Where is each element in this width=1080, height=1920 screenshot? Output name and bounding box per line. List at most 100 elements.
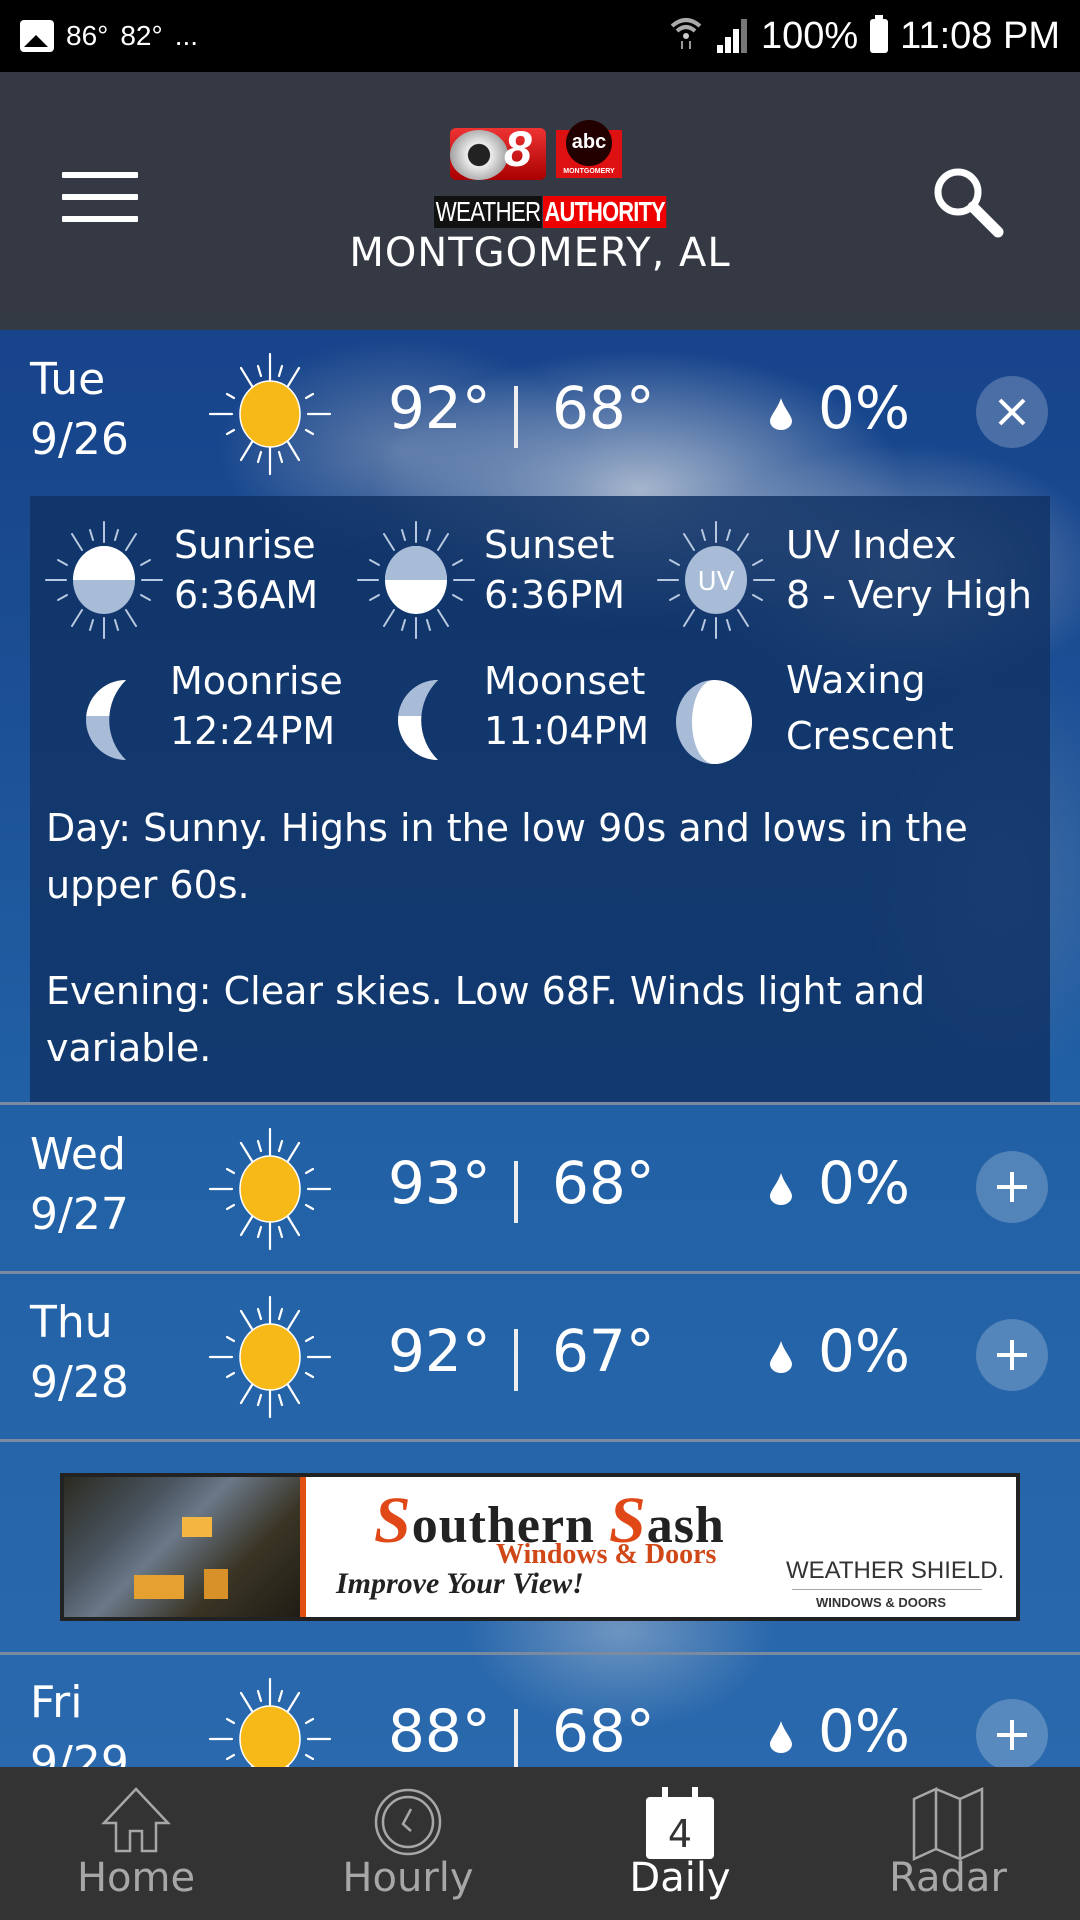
- status-temp-1: 86°: [66, 20, 109, 51]
- raindrop-icon: [770, 1721, 792, 1753]
- nav-daily[interactable]: 4 Daily: [544, 1767, 816, 1920]
- high-temp: 92°: [388, 1317, 491, 1385]
- precip-chance: 0%: [818, 374, 911, 442]
- collapse-button[interactable]: [976, 376, 1048, 448]
- expand-button[interactable]: [976, 1699, 1048, 1767]
- evening-forecast-text: Evening: Clear skies. Low 68F. Winds lig…: [46, 969, 926, 1070]
- advertisement-banner[interactable]: Southern Sash Windows & Doors Improve Yo…: [60, 1473, 1020, 1621]
- moonrise-time: 12:24PM: [170, 709, 336, 753]
- temp-separator: [514, 386, 518, 448]
- moonset-time: 11:04PM: [484, 709, 650, 753]
- ad-partner: WEATHER SHIELD.: [786, 1557, 1005, 1584]
- search-icon: [934, 168, 1004, 238]
- sunset-time: 6:36PM: [484, 573, 626, 617]
- high-temp: 88°: [388, 1697, 491, 1765]
- moonset-label: Moonset: [484, 659, 646, 703]
- map-icon: [912, 1787, 984, 1861]
- expand-button[interactable]: [976, 1151, 1048, 1223]
- high-temp: 93°: [388, 1149, 491, 1217]
- gallery-icon: [20, 20, 54, 52]
- precip-chance: 0%: [818, 1149, 911, 1217]
- calendar-icon: 4: [646, 1787, 714, 1859]
- sunny-icon: [208, 1127, 332, 1251]
- plus-icon: [997, 1340, 1027, 1370]
- low-temp: 67°: [552, 1317, 655, 1385]
- hamburger-menu-button[interactable]: [62, 172, 138, 226]
- ad-partner-sub: WINDOWS & DOORS: [816, 1595, 946, 1610]
- station-logo: 8 abc MONTGOMERY WEATHER AUTHORITY: [432, 120, 667, 246]
- day-row[interactable]: Wed 9/27 93° 68° 0%: [0, 1105, 1080, 1271]
- day-label: Wed 9/27: [30, 1129, 129, 1240]
- raindrop-icon: [770, 1173, 792, 1205]
- plus-icon: [997, 1720, 1027, 1750]
- home-icon: [101, 1787, 171, 1853]
- moon-phase-line1: Waxing: [786, 658, 926, 702]
- uv-index-icon: UV: [656, 520, 776, 640]
- svg-text:UV: UV: [698, 567, 735, 597]
- day-row[interactable]: Fri 9/29 88° 68° 0%: [0, 1655, 1080, 1767]
- uv-label: UV Index: [786, 523, 957, 567]
- status-overflow: ...: [174, 20, 199, 51]
- day-row[interactable]: Tue 9/26 92° 68° 0%: [0, 330, 1080, 496]
- expand-button[interactable]: [976, 1319, 1048, 1391]
- wifi-icon: [669, 14, 703, 58]
- row-divider: [0, 1439, 1080, 1442]
- bottom-navigation: Home Hourly 4 Daily Radar: [0, 1767, 1080, 1920]
- moonset-icon: [398, 680, 438, 760]
- search-button[interactable]: [928, 162, 1008, 242]
- day-row[interactable]: Thu 9/28 92° 67° 0%: [0, 1273, 1080, 1439]
- abc-sub-text: MONTGOMERY: [563, 168, 615, 175]
- day-label: Tue 9/26: [30, 354, 129, 465]
- sunny-icon: [208, 352, 332, 476]
- sunrise-icon: [44, 520, 164, 640]
- sunset-label: Sunset: [484, 523, 615, 567]
- ad-tagline: Improve Your View!: [336, 1567, 584, 1600]
- nav-hourly[interactable]: Hourly: [272, 1767, 544, 1920]
- low-temp: 68°: [552, 374, 655, 442]
- signal-icon: [715, 19, 749, 53]
- precip-chance: 0%: [818, 1697, 911, 1765]
- hamburger-icon: [62, 172, 138, 178]
- sunny-icon: [208, 1677, 332, 1767]
- plus-icon: [997, 1172, 1027, 1202]
- moon-phase-icon: [676, 680, 752, 764]
- sunny-icon: [208, 1295, 332, 1419]
- day-label: Fri 9/29: [30, 1677, 129, 1767]
- moon-phase-line2: Crescent: [786, 714, 954, 758]
- battery-percent: 100%: [760, 14, 859, 57]
- battery-icon: [870, 15, 889, 53]
- raindrop-icon: [770, 398, 792, 430]
- sunrise-time: 6:36AM: [174, 573, 319, 617]
- nav-radar[interactable]: Radar: [816, 1767, 1080, 1920]
- temp-separator: [514, 1329, 518, 1391]
- nav-home[interactable]: Home: [0, 1767, 272, 1920]
- channel-number: 8: [504, 121, 532, 177]
- precip-chance: 0%: [818, 1317, 911, 1385]
- status-temp-2: 82°: [120, 20, 163, 51]
- low-temp: 68°: [552, 1149, 655, 1217]
- temp-separator: [514, 1161, 518, 1223]
- status-bar: 86° 82° ... 100% 11:08 PM: [0, 0, 1080, 72]
- clock-icon: [374, 1788, 442, 1856]
- abc-logo: abc MONTGOMERY: [556, 120, 622, 178]
- cbs-eye-icon: [450, 130, 508, 180]
- location-title: MONTGOMERY, AL: [349, 230, 731, 276]
- moonrise-icon: [86, 680, 126, 760]
- high-temp: 92°: [388, 374, 491, 442]
- temp-separator: [514, 1709, 518, 1767]
- low-temp: 68°: [552, 1697, 655, 1765]
- abc-text: abc: [566, 120, 612, 166]
- uv-value: 8 - Very High: [786, 573, 1032, 617]
- ad-house-image: [64, 1477, 300, 1617]
- svg-text:4: 4: [668, 1812, 692, 1856]
- raindrop-icon: [770, 1341, 792, 1373]
- sunrise-label: Sunrise: [174, 523, 316, 567]
- status-time: 11:08 PM: [900, 14, 1060, 57]
- weather-authority-wordmark: WEATHER AUTHORITY: [434, 196, 667, 228]
- day-forecast-text: Day: Sunny. Highs in the low 90s and low…: [46, 806, 968, 907]
- day-details-panel: Sunrise 6:36AM Sunset 6:36PM UV UV Index…: [30, 496, 1050, 1102]
- day-label: Thu 9/28: [30, 1297, 129, 1408]
- sunset-icon: [356, 520, 476, 640]
- app-header: 8 abc MONTGOMERY WEATHER AUTHORITY MONTG…: [0, 72, 1080, 330]
- moonrise-label: Moonrise: [170, 659, 343, 703]
